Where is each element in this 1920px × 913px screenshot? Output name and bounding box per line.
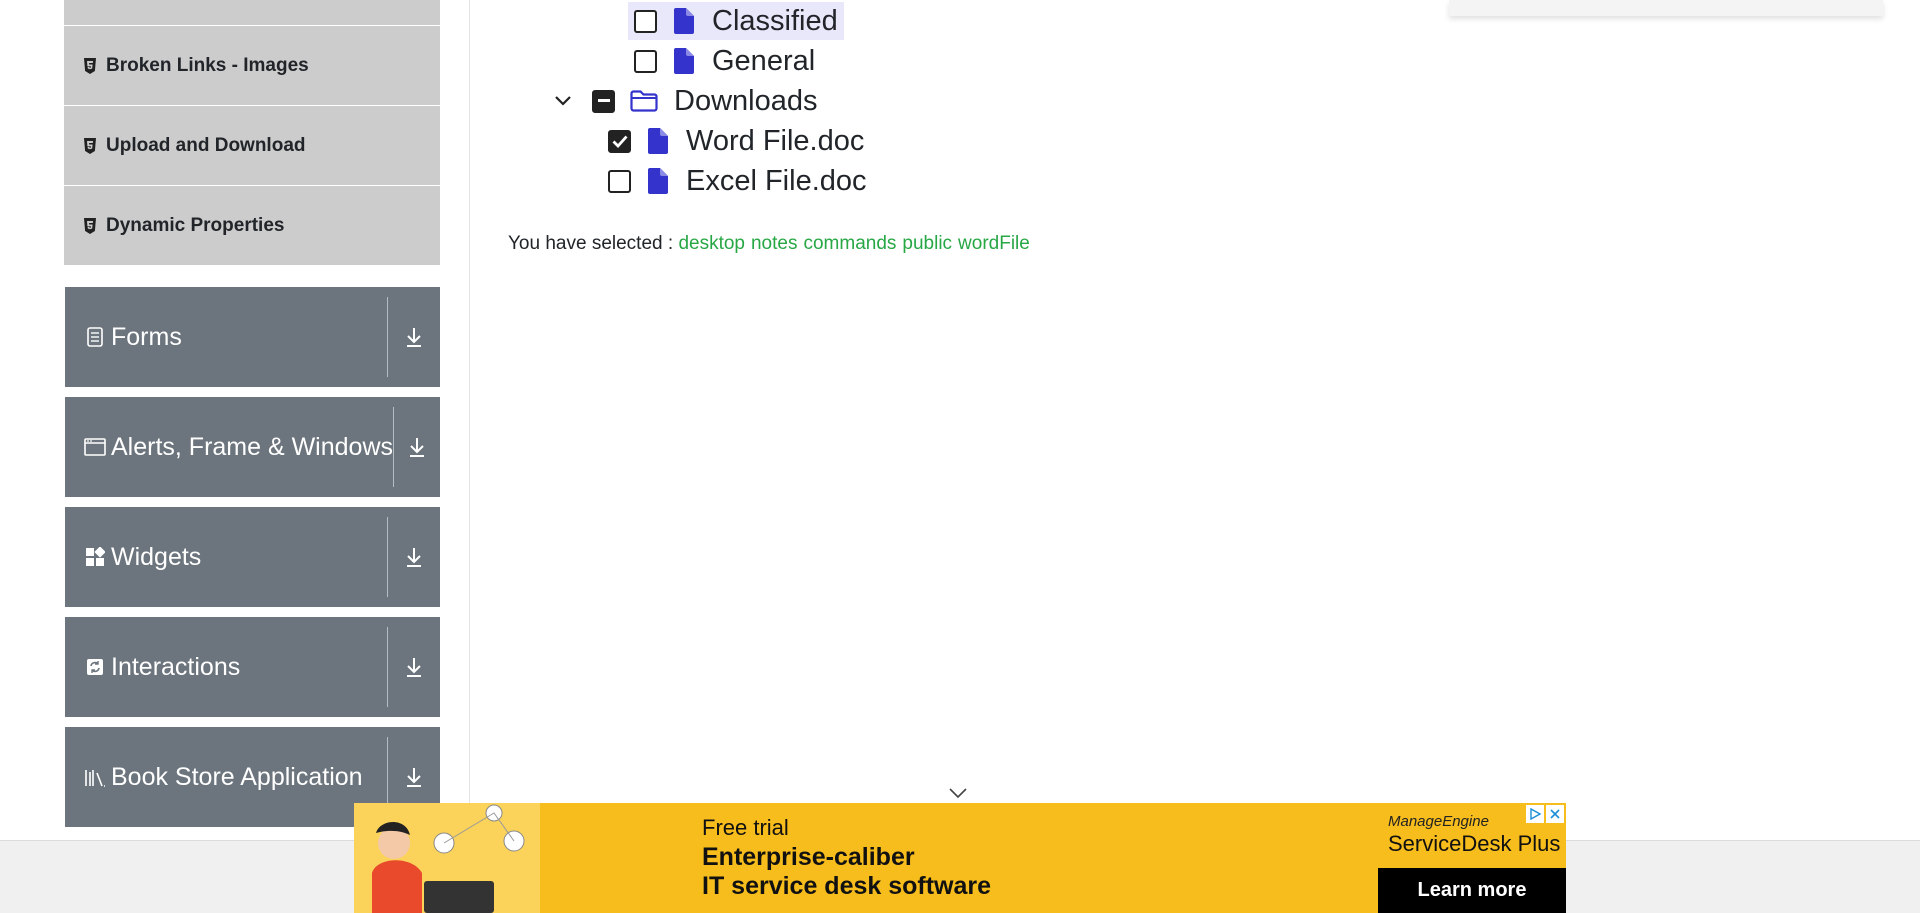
group-label: Book Store Application	[111, 762, 363, 791]
widgets-icon	[84, 546, 106, 568]
tree-node-excel-file[interactable]: Excel File.doc	[608, 162, 867, 200]
books-icon	[84, 766, 106, 788]
tree-checkbox[interactable]	[634, 49, 657, 73]
file-icon	[672, 48, 696, 74]
submenu-item-partial[interactable]	[64, 0, 440, 26]
tree-node-word-file[interactable]: Word File.doc	[608, 122, 864, 160]
selected-item: notes	[750, 233, 798, 254]
interactions-icon	[84, 656, 106, 678]
folder-icon	[630, 88, 658, 114]
submenu-item-upload-download[interactable]: Upload and Download	[64, 106, 440, 186]
close-icon[interactable]	[1546, 805, 1564, 823]
tree-node-classified[interactable]: Classified	[628, 2, 844, 40]
tree-node-downloads[interactable]: Downloads	[552, 82, 817, 120]
left-sidebar: Broken Links - Images Upload and Downloa…	[38, 0, 470, 840]
submenu-item-label: Upload and Download	[106, 134, 306, 156]
ad-brand-top: ManageEngine	[1388, 813, 1489, 830]
group-label: Alerts, Frame & Windows	[111, 432, 394, 461]
tree-node-general[interactable]: General	[634, 42, 815, 80]
form-icon	[84, 326, 106, 348]
group-forms[interactable]: Forms	[65, 287, 440, 387]
file-icon	[646, 168, 670, 194]
ad-headline: Enterprise-caliber IT service desk softw…	[702, 843, 991, 901]
selected-item: wordFile	[958, 233, 1030, 254]
selected-item: commands	[803, 233, 897, 254]
adchoices-icon[interactable]	[1526, 805, 1544, 823]
ad-headline-line2: IT service desk software	[702, 872, 992, 900]
ad-headline-line1: Enterprise-caliber	[702, 843, 915, 871]
submenu-item-dynamic-properties[interactable]: Dynamic Properties	[64, 186, 440, 266]
window-icon	[84, 436, 106, 458]
html5-icon	[83, 137, 97, 154]
group-widgets[interactable]: Widgets	[65, 507, 440, 607]
chevron-down-icon[interactable]	[552, 90, 574, 112]
ad-brand: ServiceDesk Plus	[1388, 831, 1561, 856]
tree-node-label[interactable]: General	[712, 45, 815, 78]
selection-result: You have selected : desktop notes commands…	[508, 233, 1036, 255]
download-icon[interactable]	[388, 766, 440, 788]
ad-illustration	[354, 803, 540, 913]
main-content: Classified General Downloads Word File.d…	[471, 0, 1920, 840]
html5-icon	[83, 217, 97, 234]
html5-icon	[83, 57, 97, 74]
selected-item: public	[902, 233, 953, 254]
ad-learn-more-button[interactable]: Learn more	[1378, 868, 1566, 913]
tree-node-label[interactable]: Word File.doc	[686, 125, 864, 158]
top-ad-placeholder	[1449, 0, 1883, 16]
group-label: Forms	[111, 322, 182, 351]
download-icon[interactable]	[388, 656, 440, 678]
tree-checkbox[interactable]	[608, 169, 631, 193]
selection-prefix: You have selected :	[508, 233, 674, 254]
ad-collapse-chevron-icon[interactable]	[947, 786, 969, 800]
download-icon[interactable]	[388, 546, 440, 568]
group-label: Widgets	[111, 542, 202, 571]
file-icon	[672, 8, 696, 34]
bottom-ad-banner[interactable]: Free trial Enterprise-caliber IT service…	[354, 803, 1566, 913]
submenu-item-label: Dynamic Properties	[106, 214, 285, 236]
selected-item: desktop	[678, 233, 745, 254]
tree-node-highlight: Classified	[628, 2, 844, 40]
file-icon	[646, 128, 670, 154]
download-icon[interactable]	[388, 326, 440, 348]
tree-node-label[interactable]: Classified	[712, 5, 838, 38]
elements-submenu: Broken Links - Images Upload and Downloa…	[64, 0, 440, 266]
ad-free-trial: Free trial	[702, 815, 789, 840]
tree-checkbox[interactable]	[634, 9, 657, 33]
group-label: Interactions	[111, 652, 241, 681]
download-icon[interactable]	[394, 436, 440, 458]
tree-node-label[interactable]: Excel File.doc	[686, 165, 867, 198]
group-alerts-frame-windows[interactable]: Alerts, Frame & Windows	[65, 397, 440, 497]
group-interactions[interactable]: Interactions	[65, 617, 440, 717]
tree-node-label[interactable]: Downloads	[674, 85, 817, 118]
tree-checkbox[interactable]	[592, 89, 615, 113]
submenu-item-label: Broken Links - Images	[106, 54, 309, 76]
submenu-item-broken-links[interactable]: Broken Links - Images	[64, 26, 440, 106]
tree-checkbox[interactable]	[608, 129, 631, 153]
